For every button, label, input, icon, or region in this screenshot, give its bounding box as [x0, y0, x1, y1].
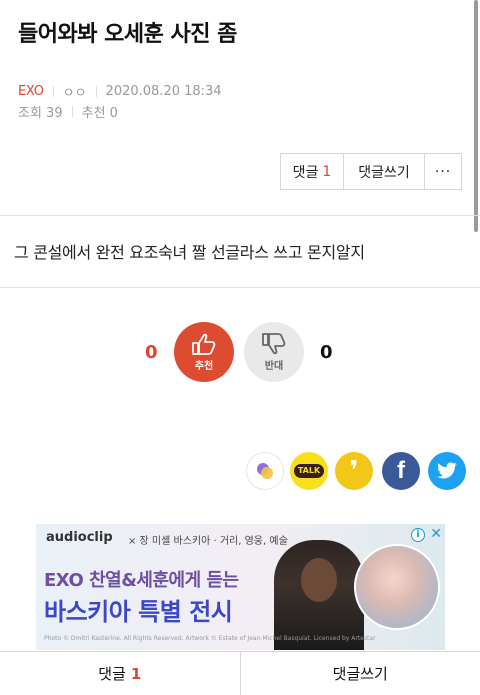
views-count: 조회 39: [18, 106, 63, 121]
post-stats-line: 조회 39 추천 0: [18, 102, 118, 121]
comments-button-label: 댓글: [292, 164, 319, 181]
scrollbar[interactable]: [474, 0, 478, 232]
upvote-label: 추천: [194, 361, 214, 372]
upvote-button[interactable]: 추천: [174, 322, 234, 382]
kakaotalk-icon: TALK: [293, 464, 325, 478]
post-datetime: 2020.08.20 18:34: [105, 84, 222, 99]
kakaostory-icon: [257, 463, 273, 479]
upvote-count: 0: [145, 342, 158, 363]
more-options-button[interactable]: ···: [425, 154, 461, 189]
ad-photo-portrait: [354, 544, 440, 630]
post-meta-line: EXO ㅇㅇ 2020.08.20 18:34: [18, 82, 222, 101]
category-link[interactable]: EXO: [18, 84, 44, 99]
kakaostory-share-button[interactable]: [246, 452, 284, 490]
ad-close-icon[interactable]: ✕: [430, 526, 442, 542]
bottom-comments-button[interactable]: 댓글 1: [0, 652, 241, 695]
ad-main-title: 바스키아 특별 전시: [44, 598, 233, 626]
twitter-share-button[interactable]: [428, 452, 466, 490]
ad-fine-print: Photo © Dmitri Kasterine. All Rights Res…: [44, 635, 376, 642]
kakaotalk-share-button[interactable]: TALK: [290, 452, 328, 490]
ad-subtitle: × 장 미셸 바스키아 · 거리, 영웅, 예술: [128, 536, 288, 547]
bottom-comments-label: 댓글: [98, 665, 126, 683]
ad-headline: EXO 찬열&세훈에게 듣는: [44, 570, 239, 591]
divider: [52, 86, 54, 97]
quote-icon: ❜: [349, 456, 359, 486]
ad-banner[interactable]: audioclip × 장 미셸 바스키아 · 거리, 영웅, 예술 EXO 찬…: [36, 524, 445, 650]
recommend-count: 추천 0: [81, 106, 118, 121]
downvote-label: 반대: [264, 361, 284, 372]
downvote-count: 0: [320, 342, 333, 363]
section-divider: [0, 215, 480, 216]
facebook-icon: f: [397, 457, 405, 484]
section-divider: [0, 287, 480, 288]
author-name: ㅇㅇ: [62, 86, 87, 101]
facebook-share-button[interactable]: f: [382, 452, 420, 490]
ad-photo-face: [301, 558, 337, 602]
thumbs-down-icon: [262, 333, 286, 355]
downvote-button[interactable]: 반대: [244, 322, 304, 382]
divider: [95, 86, 97, 97]
twitter-icon: [437, 462, 457, 479]
post-title: 들어와봐 오세훈 사진 좀: [18, 22, 237, 47]
bottom-write-comment-button[interactable]: 댓글쓰기: [241, 652, 480, 695]
ad-info-icon[interactable]: i: [411, 528, 425, 542]
thumbs-up-icon: [192, 333, 216, 355]
vote-section: 0 추천 반대 0: [0, 320, 480, 384]
write-comment-button[interactable]: 댓글쓰기: [344, 154, 425, 189]
post-body: 그 콘설에서 완전 요조숙녀 짤 선글라스 쓰고 몬지알지: [14, 243, 365, 262]
post-action-buttons: 댓글 1 댓글쓰기 ···: [280, 153, 462, 190]
quote-share-button[interactable]: ❜: [335, 452, 373, 490]
bottom-action-bar: 댓글 1 댓글쓰기: [0, 651, 480, 695]
bottom-comments-count: 1: [130, 664, 142, 683]
divider: [71, 106, 73, 117]
ad-brand: audioclip: [46, 530, 113, 545]
comments-button[interactable]: 댓글 1: [281, 154, 344, 189]
comments-count: 1: [322, 163, 332, 180]
